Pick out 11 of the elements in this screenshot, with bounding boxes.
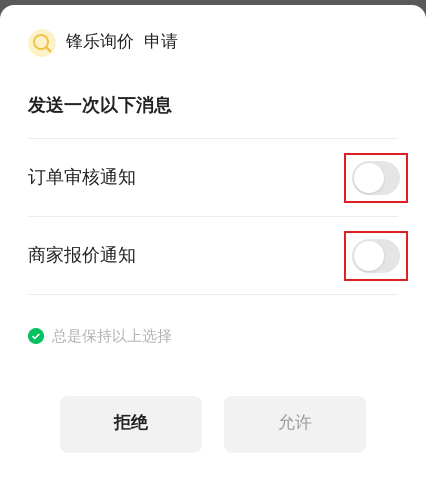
app-name: 锋乐询价 xyxy=(66,31,134,54)
check-icon[interactable] xyxy=(28,328,44,344)
toggle-switch[interactable] xyxy=(352,160,400,194)
logo-icon xyxy=(28,29,56,57)
request-label: 申请 xyxy=(144,31,178,54)
remember-choice-label: 总是保持以上选择 xyxy=(52,326,172,347)
dialog-title: 发送一次以下消息 xyxy=(28,94,173,118)
toggle-switch[interactable] xyxy=(352,238,400,272)
notification-label: 订单审核通知 xyxy=(28,166,136,190)
notification-label: 商家报价通知 xyxy=(28,244,136,268)
reject-button[interactable]: 拒绝 xyxy=(60,396,202,452)
